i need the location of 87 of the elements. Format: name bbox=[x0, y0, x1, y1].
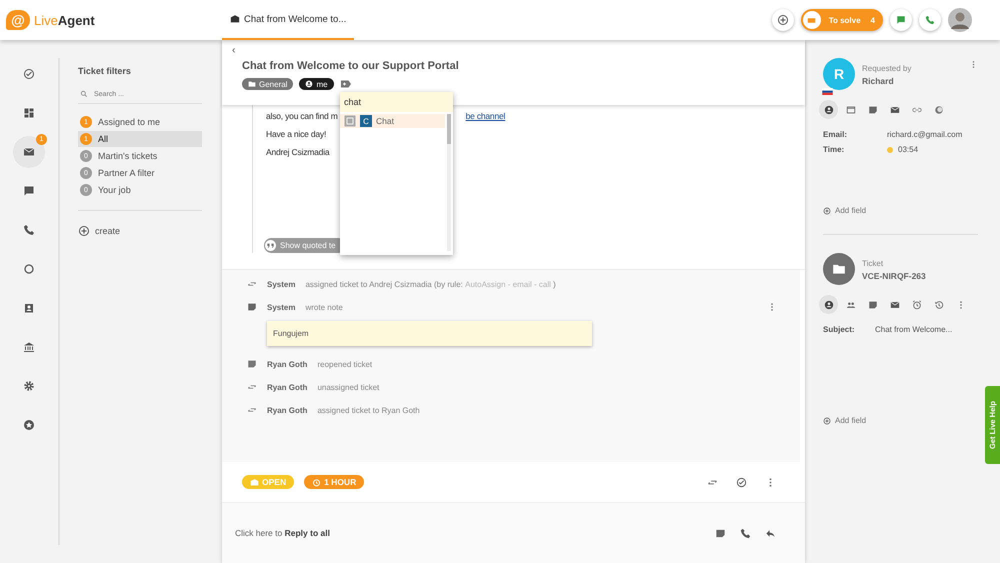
note-icon bbox=[868, 300, 878, 310]
chat-button[interactable] bbox=[890, 9, 912, 31]
search-icon bbox=[80, 90, 88, 98]
note-icon bbox=[247, 359, 257, 369]
note-icon bbox=[868, 104, 878, 114]
add-button[interactable] bbox=[772, 9, 794, 31]
bank-icon bbox=[23, 341, 35, 353]
mail-icon bbox=[890, 104, 900, 114]
activity-text: reopened ticket bbox=[317, 360, 372, 368]
tag-option[interactable]: C Chat bbox=[340, 114, 445, 128]
add-field-button[interactable]: Add field bbox=[823, 206, 866, 215]
note-icon bbox=[247, 302, 257, 312]
message-link[interactable]: be channel bbox=[466, 111, 506, 121]
activity-text: assigned ticket to Ryan Goth bbox=[317, 406, 420, 414]
person-icon bbox=[824, 300, 834, 310]
plus-icon bbox=[776, 14, 789, 26]
mail-icon bbox=[23, 146, 35, 158]
message-text: also, you can find m bbox=[266, 111, 338, 121]
activity-author: System bbox=[267, 302, 296, 312]
plus-icon bbox=[823, 206, 831, 214]
window-icon bbox=[846, 104, 856, 114]
activity-author: System bbox=[267, 280, 296, 288]
tag-letter: C bbox=[360, 115, 372, 127]
logo-text: LiveAgent bbox=[34, 12, 95, 28]
note-card: Fungujem bbox=[267, 321, 592, 346]
add-field-button[interactable]: Add field bbox=[823, 416, 866, 425]
agent-tag[interactable]: me bbox=[299, 78, 334, 90]
flag-icon bbox=[822, 88, 833, 95]
inbox-icon bbox=[230, 14, 240, 24]
quote-icon bbox=[265, 240, 276, 251]
back-button[interactable]: ‹ bbox=[232, 46, 236, 56]
phone-icon bbox=[23, 224, 35, 236]
field-label: Email: bbox=[823, 130, 848, 139]
history-icon bbox=[934, 300, 944, 310]
check-circle-icon bbox=[23, 68, 35, 80]
department-tag[interactable]: General bbox=[242, 78, 294, 90]
folder-icon bbox=[248, 80, 256, 88]
field-label: Time: bbox=[823, 145, 846, 154]
activity-author: Ryan Goth bbox=[267, 406, 308, 414]
contacts-icon bbox=[23, 302, 35, 314]
reply-prompt[interactable]: Click here to Reply to all bbox=[235, 528, 330, 538]
plus-icon bbox=[78, 225, 90, 237]
star-icon bbox=[23, 419, 35, 431]
reply-icon bbox=[765, 528, 776, 538]
group-icon bbox=[846, 300, 856, 310]
phone-icon bbox=[740, 528, 751, 538]
field-value: Chat from Welcome... bbox=[875, 325, 952, 334]
message-text: Andrej Csizmadia bbox=[266, 147, 331, 157]
logo[interactable]: @ LiveAgent bbox=[0, 10, 222, 30]
activity-author: Ryan Goth bbox=[267, 382, 308, 392]
activity-text: assigned ticket to Andrej Csizmadia (by rule: AutoAssign - email - call ) bbox=[305, 280, 556, 288]
call-button[interactable] bbox=[919, 9, 941, 31]
activity-text: wrote note bbox=[305, 302, 343, 312]
mail-icon bbox=[807, 16, 816, 24]
user-avatar[interactable] bbox=[948, 8, 972, 32]
card-label: Requested by bbox=[862, 64, 912, 73]
dashboard-icon bbox=[23, 107, 35, 119]
panel-tab[interactable] bbox=[819, 295, 838, 314]
ticket-code: VCE-NIRQF-263 bbox=[862, 271, 927, 281]
tag-input[interactable]: chat bbox=[340, 92, 453, 112]
phone-icon bbox=[925, 15, 935, 25]
field-label: Subject: bbox=[823, 325, 856, 334]
ring-icon bbox=[23, 263, 35, 275]
avatar-icon bbox=[934, 104, 944, 114]
logo-icon: @ bbox=[6, 10, 30, 30]
field-value: 03:54 bbox=[898, 145, 918, 154]
note-icon bbox=[715, 528, 726, 538]
mail-icon bbox=[890, 300, 900, 310]
contact-avatar: R bbox=[823, 58, 855, 90]
activity-text: unassigned ticket bbox=[317, 382, 380, 392]
person-icon bbox=[305, 80, 314, 88]
plus-icon bbox=[823, 416, 831, 424]
settings-icon bbox=[23, 380, 35, 392]
panel-title: Ticket filters bbox=[78, 66, 132, 76]
card-label: Ticket bbox=[862, 259, 884, 268]
person-icon bbox=[824, 104, 834, 114]
ticket-title: Chat from Welcome to our Support Portal bbox=[242, 60, 460, 72]
field-value: richard.c@gmail.com bbox=[887, 130, 962, 139]
message-text: Have a nice day! bbox=[266, 129, 328, 139]
alarm-icon bbox=[312, 478, 322, 486]
create-button[interactable]: create bbox=[78, 225, 120, 237]
alarm-icon bbox=[912, 300, 922, 310]
check-circle-icon bbox=[736, 476, 747, 488]
inbox-icon bbox=[250, 478, 259, 486]
panel-tab[interactable] bbox=[819, 100, 838, 119]
activity-author: Ryan Goth bbox=[267, 360, 308, 368]
contact-name: Richard bbox=[862, 76, 895, 86]
